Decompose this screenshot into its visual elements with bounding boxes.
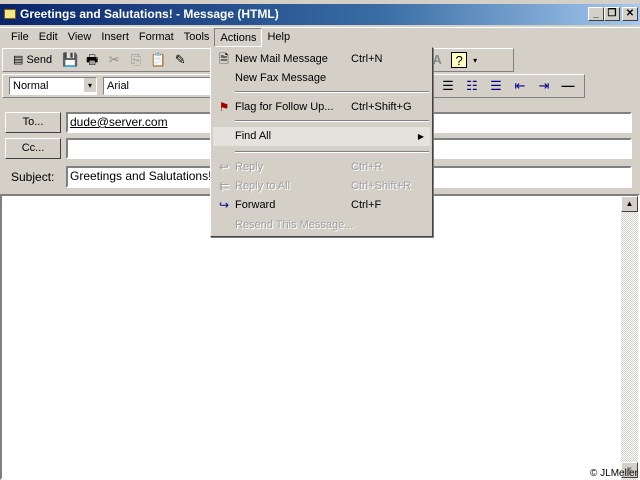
formatting-toolbar-right: ☰ ☷ ☰ ⇤ ⇥ —: [433, 74, 585, 98]
watermark: © JLMeller: [590, 468, 638, 479]
menu-separator: [235, 91, 429, 93]
scroll-up-button[interactable]: ▲: [621, 196, 638, 212]
close-button[interactable]: ✕: [622, 7, 638, 21]
paste-icon[interactable]: 📋: [150, 52, 166, 68]
decrease-indent-icon[interactable]: ⇤: [512, 78, 528, 94]
minimize-button[interactable]: _: [588, 7, 604, 21]
chevron-down-icon[interactable]: ▾: [84, 78, 96, 92]
horizontal-line-icon[interactable]: —: [560, 78, 576, 94]
item-label: Reply to All: [235, 180, 291, 192]
menu-actions[interactable]: Actions: [214, 28, 263, 47]
menu-file[interactable]: File: [6, 28, 34, 47]
menu-item-flag[interactable]: ⚑ Flag for Follow Up... Ctrl+Shift+G: [213, 98, 430, 117]
to-button[interactable]: To...: [5, 112, 61, 133]
item-label: New Fax Message: [235, 72, 327, 84]
vertical-scrollbar[interactable]: [621, 196, 638, 480]
menu-item-forward[interactable]: ↪ Forward Ctrl+F: [213, 196, 430, 215]
send-icon: ▤: [13, 53, 27, 66]
menu-separator: [235, 120, 429, 122]
envelope-icon: [4, 9, 16, 19]
menu-item-new-fax[interactable]: New Fax Message: [213, 69, 430, 88]
menu-insert[interactable]: Insert: [96, 28, 134, 47]
item-shortcut: Ctrl+Shift+R: [351, 180, 411, 192]
item-label: Resend This Message...: [235, 219, 354, 231]
cut-icon[interactable]: ✂: [106, 52, 122, 68]
align-right-icon[interactable]: ☰: [440, 78, 456, 94]
cc-button[interactable]: Cc...: [5, 138, 61, 159]
menu-edit[interactable]: Edit: [34, 28, 63, 47]
title-bar: Greetings and Salutations! - Message (HT…: [0, 4, 640, 25]
font-select[interactable]: Arial: [103, 77, 223, 95]
forward-icon: ↪: [218, 198, 230, 212]
new-mail-icon: 🗎: [219, 52, 229, 66]
item-shortcut: Ctrl+N: [351, 53, 383, 65]
save-icon[interactable]: 💾: [62, 52, 78, 68]
menu-help[interactable]: Help: [262, 28, 295, 47]
item-label: Forward: [235, 199, 276, 211]
increase-indent-icon[interactable]: ⇥: [536, 78, 552, 94]
menu-separator: [235, 151, 429, 153]
print-icon[interactable]: 🖶: [84, 52, 100, 68]
menu-view[interactable]: View: [63, 28, 97, 47]
send-label: Send: [26, 53, 53, 66]
item-label: Flag for Follow Up...: [235, 101, 334, 113]
menu-item-reply[interactable]: ↩ Reply Ctrl+R: [213, 158, 430, 177]
item-label: Reply: [235, 161, 264, 173]
menu-bar: File Edit View Insert Format Tools Actio…: [0, 27, 640, 47]
font-value: Arial: [107, 80, 130, 92]
menu-item-resend[interactable]: Resend This Message...: [213, 216, 430, 235]
item-shortcut: Ctrl+R: [351, 161, 383, 173]
item-label: Find All: [235, 130, 272, 142]
style-value: Normal: [13, 80, 49, 92]
restore-button[interactable]: ❐: [604, 7, 620, 21]
subject-label: Subject:: [11, 170, 55, 184]
item-shortcut: Ctrl+F: [351, 199, 382, 211]
bullets-icon[interactable]: ☷: [464, 78, 480, 94]
reply-icon: ↩: [218, 160, 230, 174]
copy-icon[interactable]: ⎘: [128, 52, 144, 68]
toolbar-options-icon[interactable]: ▾: [473, 56, 477, 65]
help-icon[interactable]: ?: [451, 52, 468, 68]
menu-tools[interactable]: Tools: [179, 28, 215, 47]
menu-item-new-mail[interactable]: 🗎 New Mail Message Ctrl+N: [213, 50, 430, 69]
actions-menu: 🗎 New Mail Message Ctrl+N New Fax Message …: [210, 47, 433, 237]
signature-icon[interactable]: ✎: [172, 52, 188, 68]
item-label: New Mail Message: [235, 53, 328, 65]
style-select[interactable]: Normal ▾: [9, 77, 97, 95]
submenu-arrow-icon: ▶: [417, 132, 424, 141]
flag-icon: ⚑: [218, 100, 230, 114]
send-button[interactable]: ▤ Send: [9, 49, 57, 71]
reply-all-icon: ⇇: [218, 179, 230, 193]
menu-item-reply-all[interactable]: ⇇ Reply to All Ctrl+Shift+R: [213, 177, 430, 196]
window-title: Greetings and Salutations! - Message (HT…: [20, 7, 279, 21]
item-shortcut: Ctrl+Shift+G: [351, 101, 412, 113]
numbering-icon[interactable]: ☰: [488, 78, 504, 94]
menu-item-find-all[interactable]: Find All ▶: [213, 127, 430, 146]
menu-format[interactable]: Format: [134, 28, 179, 47]
